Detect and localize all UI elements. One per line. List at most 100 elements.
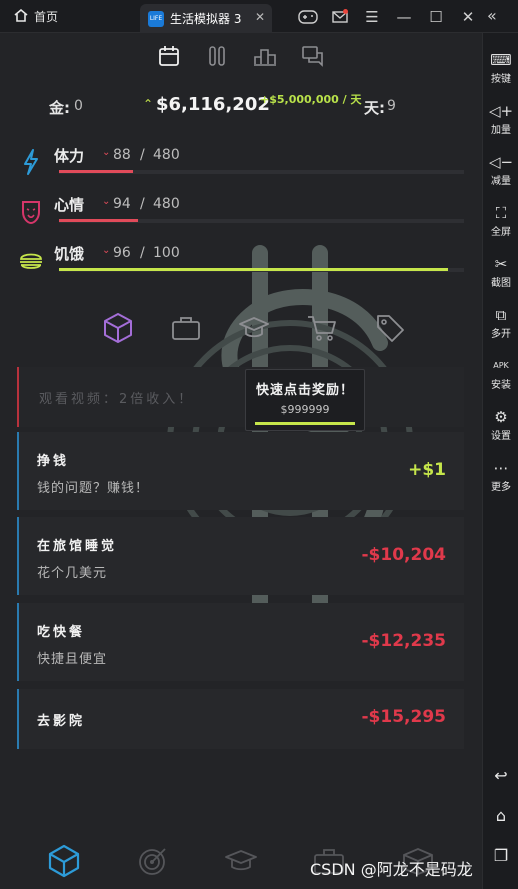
sidebar-item-more[interactable]: ⋯ 更多 [483,458,518,493]
activity-value: -$15,295 [361,707,447,727]
hunger-separator: / [140,245,145,261]
hunger-row: 饥饿 ⌄ 96 / 100 [0,243,482,279]
sidebar-label: 全屏 [491,227,511,238]
home-icon [14,8,28,25]
energy-row: 体力 ⌄ 88 / 480 [0,145,482,181]
sidebar-item-screenshot[interactable]: ✂ 截图 [483,254,518,289]
csdn-watermark: CSDN @阿龙不是码龙 [310,860,473,879]
cube-nav-icon[interactable] [44,841,84,881]
tab-close-icon[interactable]: ✕ [255,10,265,24]
hunger-progress-fill [59,268,448,271]
window-titlebar: 首页 LIFE 生活模拟器 3 ✕ ☰ — ☐ ✕ « [0,0,518,33]
stats-bars-icon[interactable] [252,43,278,69]
briefcase-icon[interactable] [168,311,204,345]
graduation-nav-icon[interactable] [221,841,261,881]
calendar-icon[interactable] [156,43,182,69]
close-window-icon[interactable]: ✕ [452,6,484,28]
activity-value: +$1 [408,460,446,480]
collapse-sidebar-icon[interactable]: « [487,6,497,25]
energy-separator: / [140,147,145,163]
activity-title: 去影院 [37,714,86,729]
popup-title: 快速点击奖励！ [255,383,354,398]
stats-bar: 金: 0 ⌃ $6,116,202 +$5,000,000 / 天 天: 9 [0,91,482,121]
mood-label: 心情 [54,196,85,214]
emulator-sidebar: ⌨ 按键 ◁+ 加量 ◁− 减量 ⛶ 全屏 ✂ 截图 ⧉ 多开 APK 安装 ⚙… [482,33,518,889]
fullscreen-icon: ⛶ [495,204,507,222]
window-controls: ☰ — ☐ ✕ [292,6,484,28]
hunger-current: 96 [113,245,131,261]
gamepad-icon[interactable] [292,6,324,28]
sidebar-label: 截图 [491,278,511,289]
energy-label: 体力 [54,147,85,165]
quick-click-reward-popup[interactable]: 快速点击奖励！ $999999 [245,369,365,431]
sidebar-item-volume-down[interactable]: ◁− 减量 [483,152,518,187]
target-icon[interactable] [133,841,173,881]
activity-card[interactable]: 挣钱 钱的问题？赚钱！ +$1 [17,432,464,510]
energy-max: 480 [153,147,180,163]
sidebar-item-multi[interactable]: ⧉ 多开 [483,305,518,340]
chat-icon[interactable] [300,43,326,69]
menu-icon[interactable]: ☰ [356,6,388,28]
mail-icon[interactable] [324,6,356,28]
cube-icon[interactable] [100,311,136,345]
activity-title: 吃快餐 [37,625,86,640]
activity-value: -$12,235 [361,631,447,651]
popup-value: $999999 [280,403,330,416]
sidebar-item-install[interactable]: APK 安装 [483,356,518,391]
sidebar-item-settings[interactable]: ⚙ 设置 [483,407,518,442]
activity-desc: 钱的问题？赚钱！ [37,481,150,496]
hunger-label: 饥饿 [54,245,85,263]
apk-icon: APK [493,361,509,370]
more-icon: ⋯ [493,459,509,477]
pause-icon[interactable] [204,43,230,69]
sidebar-item-fullscreen[interactable]: ⛶ 全屏 [483,203,518,238]
activity-card[interactable]: 去影院 -$15,295 [17,689,464,749]
shopping-cart-icon[interactable] [304,311,340,345]
tab-home[interactable]: 首页 [14,8,58,25]
sidebar-item-volume-up[interactable]: ◁+ 加量 [483,101,518,136]
mood-row: 心情 ⌄ 94 / 480 [0,194,482,230]
mood-down-icon: ⌄ [102,196,111,207]
money-up-icon: ⌃ [143,97,154,111]
mood-current: 94 [113,196,131,212]
sidebar-label: 多开 [491,329,511,340]
sidebar-label: 按键 [491,74,511,85]
activity-card[interactable]: 吃快餐 快捷且便宜 -$12,235 [17,603,464,681]
day-label: 天: [364,99,385,117]
minimize-icon[interactable]: — [388,6,420,28]
gold-value: 0 [74,98,83,114]
maximize-icon[interactable]: ☐ [420,6,452,28]
sidebar-label: 加量 [491,125,511,136]
money-value: $6,116,202 [156,94,270,115]
gear-icon: ⚙ [494,408,508,426]
back-icon[interactable]: ↩ [483,766,518,785]
graduation-cap-icon[interactable] [236,311,272,345]
sidebar-label: 安装 [491,380,511,391]
tag-icon[interactable] [372,311,408,345]
home-button-icon[interactable]: ⌂ [483,806,518,825]
sidebar-label: 更多 [491,482,511,493]
activity-title: 挣钱 [37,454,70,469]
multi-instance-icon: ⧉ [495,306,507,324]
activity-value: -$10,204 [361,545,447,565]
sidebar-item-keymap[interactable]: ⌨ 按键 [483,50,518,85]
sidebar-label: 减量 [491,176,511,187]
sidebar-label: 设置 [491,431,511,442]
activity-desc: 花个几美元 [37,566,108,581]
mask-icon [20,199,42,229]
income-rate: +$5,000,000 / 天 [260,93,362,106]
recent-apps-icon[interactable]: ❐ [483,846,518,865]
volume-up-icon: ◁+ [488,102,514,120]
day-value: 9 [387,98,396,114]
game-screen: 金: 0 ⌃ $6,116,202 +$5,000,000 / 天 天: 9 体… [0,33,482,889]
mood-progress-track [59,219,464,223]
watch-video-card[interactable]: 观看视频：2倍收入！ [17,367,464,427]
hunger-down-icon: ⌄ [102,245,111,256]
burger-icon [19,251,43,275]
mood-max: 480 [153,196,180,212]
category-tabs [100,311,408,345]
hunger-max: 100 [153,245,180,261]
tab-life-simulator[interactable]: LIFE 生活模拟器 3 ✕ [140,4,272,33]
activity-card[interactable]: 在旅馆睡觉 花个几美元 -$10,204 [17,517,464,595]
app-icon: LIFE [148,10,164,27]
